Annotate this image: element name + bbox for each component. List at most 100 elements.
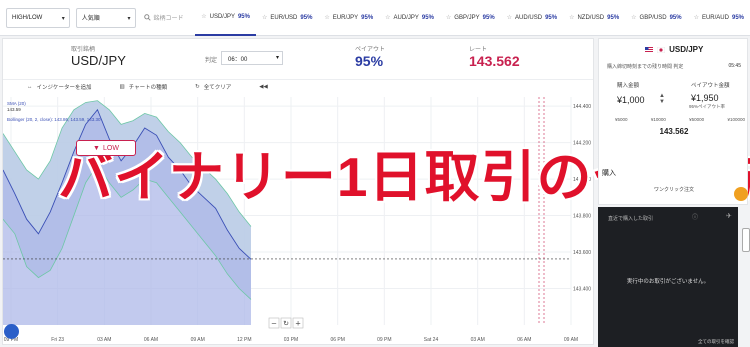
pair-tab-eur-aud[interactable]: ☆ EUR/AUD 95%: [688, 0, 750, 36]
side-panel-toggle[interactable]: [742, 228, 750, 252]
order-rate: 143.562: [659, 127, 689, 136]
x-tick-label: 06 AM: [517, 337, 531, 343]
pair-tab-eur-jpy[interactable]: ☆ EUR/JPY 95%: [318, 0, 379, 36]
help-icon[interactable]: ⓘ: [692, 212, 698, 221]
x-tick-label: 09 PM: [377, 337, 391, 343]
chevron-down-icon: ▾: [61, 15, 65, 22]
order-pair: USD/JPY: [599, 45, 749, 54]
time-label: 判定: [205, 58, 218, 64]
payout-value: 95%: [355, 53, 384, 69]
chevron-down-icon[interactable]: ▼: [659, 99, 665, 105]
orders-empty-message: 実行中のお取引がございません。: [626, 279, 710, 285]
star-icon[interactable]: ☆: [631, 14, 636, 21]
pair-tab-nzd-usd[interactable]: ☆ NZD/USD 95%: [563, 0, 625, 36]
chart-type-label: チャートの種類: [128, 84, 168, 91]
arrow-left-right-icon: ↔: [27, 83, 33, 90]
sort-select-value: 人気順: [81, 16, 100, 22]
pair-tab-name: AUD/JPY: [393, 14, 419, 21]
pair-label: 取引銘柄: [71, 47, 96, 53]
low-button[interactable]: ▼ LOW: [76, 140, 136, 156]
deadline-value: 05:45: [728, 63, 741, 69]
quick-amount-button[interactable]: ¥5000: [615, 117, 628, 122]
zoom-button-label: +: [295, 320, 301, 328]
star-icon[interactable]: ☆: [324, 14, 329, 21]
notification-icon[interactable]: [734, 187, 748, 201]
sort-select[interactable]: 人気順 ▾: [75, 7, 136, 28]
jp-flag-icon: [656, 46, 665, 53]
quick-amount-button[interactable]: ¥10000: [651, 117, 666, 122]
quick-amount-button[interactable]: ¥50000: [689, 117, 704, 122]
pair-tab-aud-jpy[interactable]: ☆ AUD/JPY 95%: [379, 0, 440, 36]
add-indicator-button[interactable]: ↔ インジケーターを追加: [27, 83, 92, 91]
mode-select[interactable]: HIGH/LOW ▾: [6, 7, 70, 28]
x-tick-label: 12 PM: [237, 337, 251, 343]
amount-stepper[interactable]: ▲ ▼: [659, 93, 665, 105]
search-input[interactable]: 銘柄コード: [143, 8, 196, 28]
star-icon[interactable]: ☆: [385, 14, 390, 21]
amount-input[interactable]: ¥1,000: [617, 95, 645, 105]
clear-all-label: 全てクリア: [203, 84, 232, 91]
pair-tabs: ☆ USD/JPY 95% ☆ EUR/USD 95% ☆ EUR/JPY 95% ☆ AUD/JP…: [195, 0, 750, 36]
amount-label: 購入金額: [617, 83, 640, 89]
star-icon[interactable]: ☆: [694, 14, 699, 21]
orders-panel: 直近で購入した取引 ⓘ ✈ 実行中のお取引がございません。 全ての取引を確認: [598, 207, 738, 347]
star-icon[interactable]: ☆: [446, 14, 451, 21]
chart-svg: 143.400143.600143.800144.000144.200144.4…: [2, 97, 591, 343]
quick-amount-button[interactable]: ¥100000: [727, 117, 745, 122]
x-tick-label: 03 PM: [284, 337, 298, 343]
rocket-icon[interactable]: ✈: [726, 212, 732, 220]
pair-tab-aud-usd[interactable]: ☆ AUD/USD 95%: [501, 0, 563, 36]
all-orders-link[interactable]: 全ての取引を確認: [698, 339, 734, 345]
rate-label: レート: [469, 47, 488, 53]
x-tick-label: 06 AM: [144, 337, 158, 343]
pair-tab-name: GBP/JPY: [454, 14, 480, 21]
mode-select-value: HIGH/LOW: [12, 14, 43, 21]
pair-tab-payout: 95%: [237, 13, 250, 20]
zoom-button-label: −: [271, 320, 277, 328]
buy-button-label: 購入: [602, 170, 616, 177]
star-icon[interactable]: ☆: [262, 14, 267, 21]
pair-tab-payout: 95%: [421, 14, 434, 21]
clear-all-button[interactable]: ↻ 全てクリア: [195, 83, 231, 91]
one-click-label: ワンクリック注文: [654, 187, 695, 193]
bar-chart-icon: ▥: [119, 83, 125, 90]
trade-header: 取引銘柄 USD/JPY 判定 06：00 ▾ ペイアウト 95% レート 14…: [3, 39, 593, 79]
rate-value: 143.562: [469, 53, 520, 69]
trading-app: HIGH/LOW ▾ 人気順 ▾ 銘柄コード ☆ USD/JPY 95% ☆ EUR/U…: [0, 0, 750, 347]
add-indicator-label: インジケーターを追加: [36, 84, 92, 91]
y-tick-label: 143.800: [573, 214, 591, 220]
star-icon[interactable]: ☆: [569, 14, 574, 21]
time-value: 06：00: [228, 56, 248, 63]
chart-toolbar: ↔ インジケーターを追加 ▥ チャートの種類 ↻ 全てクリア ◀◀: [3, 79, 593, 93]
pair-tab-payout: 95%: [669, 14, 682, 21]
one-click-toggle[interactable]: ワンクリック注文: [654, 186, 694, 193]
pair-tab-usd-jpy[interactable]: ☆ USD/JPY 95%: [195, 0, 256, 36]
pair-tab-name: EUR/AUD: [701, 14, 729, 21]
pair-tab-name: USD/JPY: [209, 13, 235, 20]
quick-amounts: ¥5000 ¥10000 ¥50000 ¥100000: [615, 117, 745, 122]
chart-type-button[interactable]: ▥ チャートの種類: [120, 83, 168, 91]
x-tick-label: Fri 23: [51, 337, 64, 343]
price-chart[interactable]: 143.400 143.600 143.800 144.000 144.200 144.4…: [2, 93, 593, 345]
pair-tab-eur-usd[interactable]: ☆ EUR/USD 95%: [256, 0, 318, 36]
pair-tab-gbp-jpy[interactable]: ☆ GBP/JPY 95%: [440, 0, 501, 36]
payout-amount-value: ¥1,950: [691, 93, 719, 103]
chat-icon[interactable]: [4, 324, 19, 339]
pair-tab-payout: 95%: [731, 14, 744, 21]
sma-legend: SMA (20): [7, 101, 26, 106]
chevron-down-icon: ▾: [127, 15, 131, 22]
search-icon: [143, 14, 151, 21]
star-icon[interactable]: ☆: [201, 13, 206, 20]
rewind-button[interactable]: ◀◀: [259, 84, 267, 90]
pair-tab-gbp-usd[interactable]: ☆ GBP/USD 95%: [625, 0, 687, 36]
deadline-label: 購入締切時刻までの残り時間 判定: [607, 64, 684, 70]
time-select[interactable]: 06：00 ▾: [221, 51, 283, 65]
buy-button[interactable]: 購入: [600, 165, 662, 181]
x-tick-label: 03 AM: [97, 337, 111, 343]
x-tick-label: Sat 24: [424, 337, 439, 343]
pair-tab-name: EUR/USD: [270, 14, 298, 21]
star-icon[interactable]: ☆: [507, 14, 512, 21]
x-tick-label: 03 AM: [471, 337, 485, 343]
rewind-icon: ◀◀: [259, 83, 268, 90]
payout-rate-label: 95%ペイアウト率: [689, 104, 726, 109]
